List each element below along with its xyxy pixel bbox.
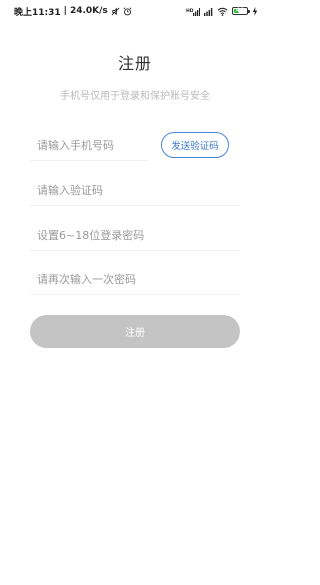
status-bar-right: HD 40	[186, 6, 258, 16]
wifi-icon	[217, 7, 228, 16]
battery-icon: 40	[232, 7, 250, 15]
verification-code-input[interactable]	[30, 184, 240, 197]
battery-level: 40	[235, 7, 245, 14]
register-screen: 晚上11:31 | 24.0K/s HD 40 注册 手机号仅用于登录和保护账号…	[0, 0, 270, 585]
status-time: 晚上11:31	[14, 7, 61, 18]
phone-field-row	[30, 131, 148, 161]
password-input[interactable]	[30, 229, 240, 242]
status-separator: |	[63, 6, 67, 16]
page-subtitle: 手机号仅用于登录和保护账号安全	[60, 91, 210, 102]
register-button[interactable]: 注册	[30, 315, 240, 348]
alarm-icon	[123, 6, 132, 16]
status-bar-left: 晚上11:31 | 24.0K/s	[14, 5, 132, 18]
status-bar: 晚上11:31 | 24.0K/s HD 40	[0, 0, 270, 22]
signal-icon	[204, 7, 213, 16]
send-code-button[interactable]: 发送验证码	[161, 132, 229, 158]
mute-icon	[111, 7, 120, 16]
svg-text:HD: HD	[186, 8, 194, 14]
signal-hd-icon: HD	[186, 7, 200, 16]
phone-input[interactable]	[30, 139, 148, 152]
confirm-password-field-row	[30, 265, 240, 295]
password-field-row	[30, 221, 240, 251]
network-speed: 24.0K/s	[69, 6, 108, 16]
code-field-row	[30, 176, 240, 206]
charging-icon	[252, 6, 258, 16]
page-title: 注册	[117, 54, 152, 73]
confirm-password-input[interactable]	[30, 273, 240, 286]
